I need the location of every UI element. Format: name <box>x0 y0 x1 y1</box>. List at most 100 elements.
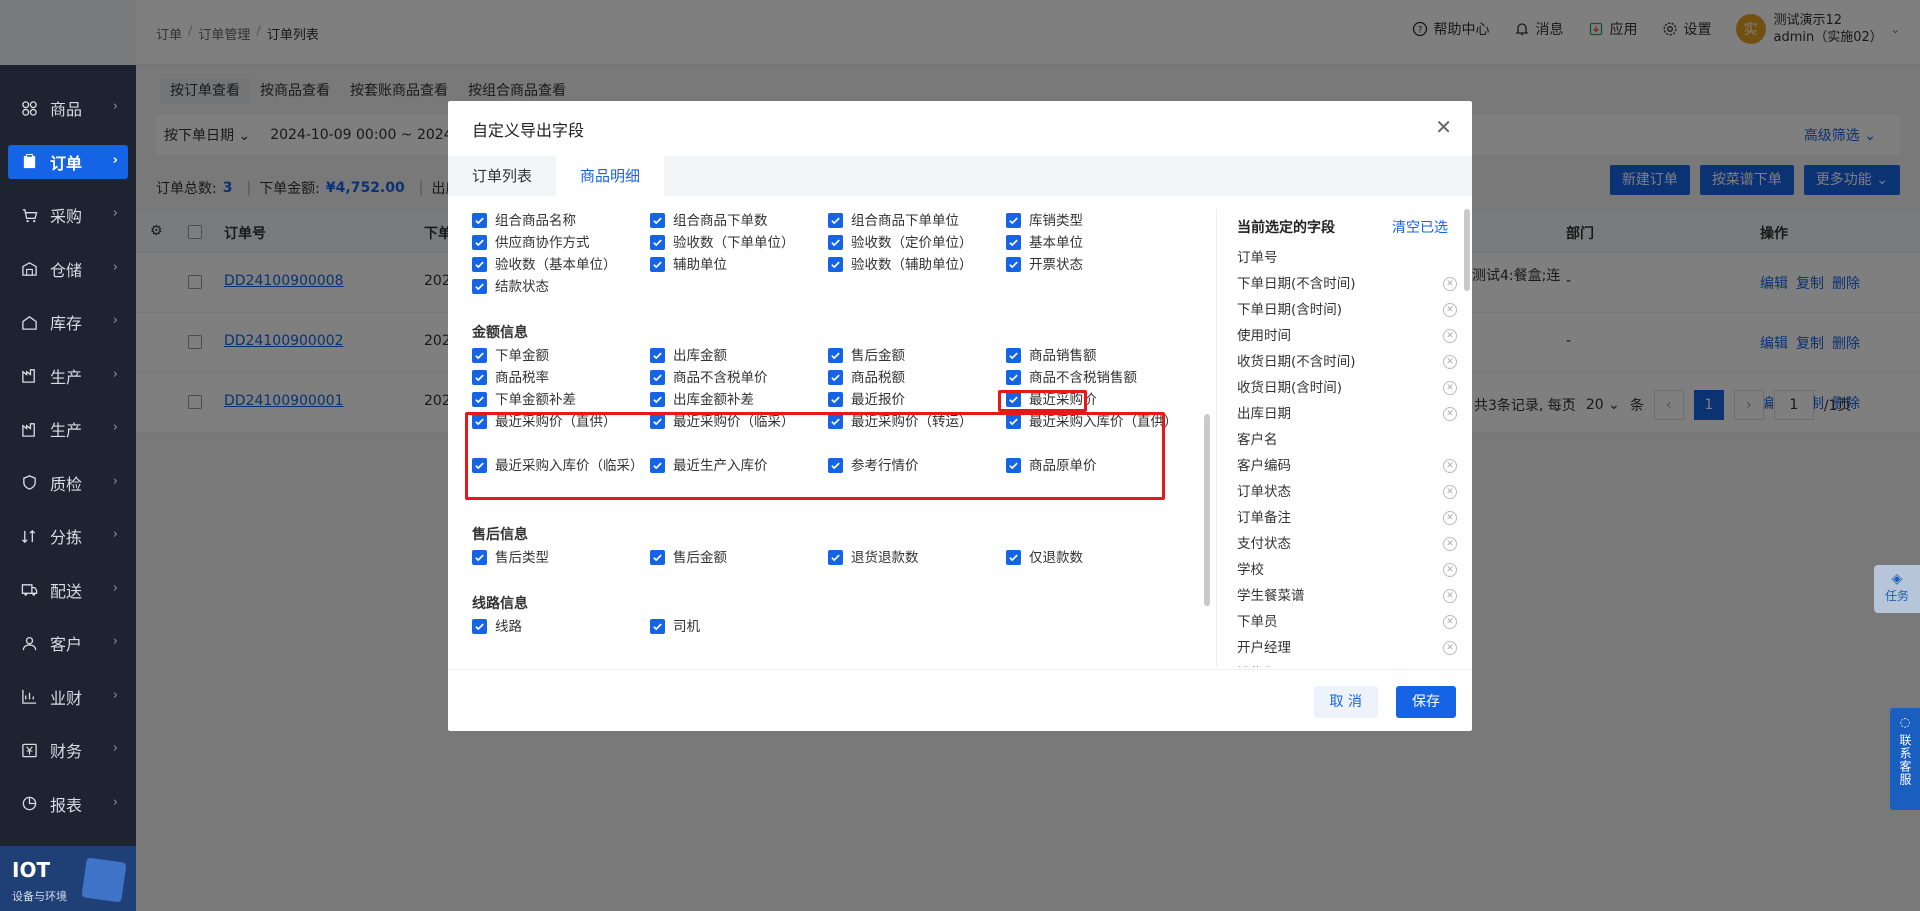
checkbox-checked[interactable] <box>472 619 487 634</box>
checkbox-checked[interactable] <box>1006 257 1021 272</box>
dialog-tabs: 订单列表 商品明细 <box>448 156 1472 196</box>
remove-field-icon[interactable]: ✕ <box>1443 407 1457 421</box>
checkbox-checked[interactable] <box>650 235 665 250</box>
checkbox-checked[interactable] <box>472 392 487 407</box>
remove-field-icon[interactable]: ✕ <box>1443 511 1457 525</box>
field-checkbox[interactable]: 验收数（定价单位） <box>828 232 1001 254</box>
contact-service-button[interactable]: ◌ 联系客服 <box>1890 708 1920 810</box>
field-checkbox[interactable]: 商品不含税单价 <box>650 367 823 389</box>
field-checkbox[interactable]: 库销类型 <box>1006 210 1179 232</box>
checklist-scrollbar[interactable] <box>1204 209 1210 674</box>
checkbox-checked[interactable] <box>650 550 665 565</box>
checkbox-checked[interactable] <box>828 348 843 363</box>
save-button[interactable]: 保存 <box>1396 686 1456 718</box>
checkbox-checked[interactable] <box>650 392 665 407</box>
field-checkbox[interactable]: 出库金额补差 <box>650 389 823 411</box>
field-checkbox[interactable]: 退货退款数 <box>828 547 1001 569</box>
checkbox-checked[interactable] <box>650 257 665 272</box>
remove-field-icon[interactable]: ✕ <box>1443 329 1457 343</box>
field-checkbox[interactable]: 组合商品名称 <box>472 210 645 232</box>
tab-product-detail[interactable]: 商品明细 <box>556 156 665 196</box>
remove-field-icon[interactable]: ✕ <box>1443 303 1457 317</box>
checkbox-checked[interactable] <box>828 235 843 250</box>
field-label: 商品税率 <box>495 370 549 386</box>
remove-field-icon[interactable]: ✕ <box>1443 641 1457 655</box>
field-checkbox[interactable]: 验收数（基本单位） <box>472 254 645 276</box>
checkbox-checked[interactable] <box>472 213 487 228</box>
field-label: 验收数（下单单位） <box>673 235 795 251</box>
field-checkbox[interactable]: 商品销售额 <box>1006 345 1179 367</box>
scrollbar-thumb[interactable] <box>1204 414 1210 606</box>
field-checkbox[interactable]: 供应商协作方式 <box>472 232 645 254</box>
field-checkbox[interactable]: 商品税率 <box>472 367 645 389</box>
remove-field-icon[interactable]: ✕ <box>1443 485 1457 499</box>
field-label: 验收数（定价单位） <box>851 235 973 251</box>
remove-field-icon[interactable]: ✕ <box>1443 277 1457 291</box>
field-checkbox[interactable]: 下单金额补差 <box>472 389 645 411</box>
checkbox-checked[interactable] <box>472 370 487 385</box>
selected-field-item: 支付状态 ✕ <box>1237 531 1457 557</box>
checkbox-checked[interactable] <box>828 392 843 407</box>
cancel-button[interactable]: 取 消 <box>1313 686 1378 718</box>
checkbox-checked[interactable] <box>650 213 665 228</box>
field-checkbox[interactable]: 下单金额 <box>472 345 645 367</box>
checkbox-checked[interactable] <box>828 550 843 565</box>
selected-fields-scrollbar[interactable] <box>1464 209 1470 291</box>
remove-field-icon[interactable]: ✕ <box>1443 355 1457 369</box>
checkbox-checked[interactable] <box>1006 213 1021 228</box>
checkbox-checked[interactable] <box>472 257 487 272</box>
field-checkbox[interactable]: 售后金额 <box>828 345 1001 367</box>
field-checkbox[interactable]: 商品税额 <box>828 367 1001 389</box>
selected-field-item: 客户名 <box>1237 427 1457 453</box>
field-label: 验收数（辅助单位） <box>851 257 973 273</box>
checkbox-checked[interactable] <box>1006 370 1021 385</box>
field-checkbox[interactable]: 线路 <box>472 616 645 638</box>
field-label: 下单金额 <box>495 348 549 364</box>
clear-selected-link[interactable]: 清空已选 <box>1392 217 1448 237</box>
field-checkbox[interactable]: 售后金额 <box>650 547 823 569</box>
checkbox-checked[interactable] <box>650 619 665 634</box>
field-checkbox[interactable]: 最近报价 <box>828 389 1001 411</box>
checkbox-checked[interactable] <box>1006 550 1021 565</box>
checkbox-checked[interactable] <box>1006 348 1021 363</box>
field-checkbox[interactable]: 验收数（下单单位） <box>650 232 823 254</box>
selected-field-item: 出库日期 ✕ <box>1237 401 1457 427</box>
checkbox-checked[interactable] <box>828 257 843 272</box>
field-checkbox[interactable]: 验收数（辅助单位） <box>828 254 1001 276</box>
checkbox-checked[interactable] <box>472 279 487 294</box>
tab-order-list[interactable]: 订单列表 <box>448 156 556 196</box>
selected-field-label: 学生餐菜谱 <box>1237 588 1305 604</box>
checkbox-checked[interactable] <box>472 348 487 363</box>
field-checkbox[interactable]: 出库金额 <box>650 345 823 367</box>
field-checkbox[interactable]: 结款状态 <box>472 276 645 298</box>
field-checkbox[interactable]: 司机 <box>650 616 823 638</box>
checkbox-checked[interactable] <box>1006 235 1021 250</box>
field-checkbox[interactable]: 开票状态 <box>1006 254 1179 276</box>
field-checkbox[interactable]: 仅退款数 <box>1006 547 1179 569</box>
task-float-button[interactable]: ◈ 任务 <box>1874 565 1920 613</box>
remove-field-icon[interactable]: ✕ <box>1443 589 1457 603</box>
selected-field-label: 订单状态 <box>1237 484 1291 500</box>
field-checkbox[interactable]: 基本单位 <box>1006 232 1179 254</box>
field-checkbox[interactable]: 辅助单位 <box>650 254 823 276</box>
remove-field-icon[interactable]: ✕ <box>1443 615 1457 629</box>
selected-field-item: 学校 ✕ <box>1237 557 1457 583</box>
field-label: 退货退款数 <box>851 550 919 566</box>
field-checkbox[interactable]: 售后类型 <box>472 547 645 569</box>
checkbox-checked[interactable] <box>650 370 665 385</box>
checkbox-checked[interactable] <box>828 370 843 385</box>
remove-field-icon[interactable]: ✕ <box>1443 381 1457 395</box>
checkbox-checked[interactable] <box>472 235 487 250</box>
checkbox-checked[interactable] <box>828 213 843 228</box>
selected-field-label: 销售经理 <box>1237 666 1291 667</box>
checkbox-checked[interactable] <box>650 348 665 363</box>
field-checkbox[interactable]: 商品不含税销售额 <box>1006 367 1179 389</box>
remove-field-icon[interactable]: ✕ <box>1443 537 1457 551</box>
field-checkbox[interactable]: 组合商品下单数 <box>650 210 823 232</box>
field-checklist: 组合商品名称 组合商品下单数 组合商品下单单位 库销类型供应商协作方式 验收数（下单单位… <box>448 196 1208 651</box>
field-checkbox[interactable]: 组合商品下单单位 <box>828 210 1001 232</box>
checkbox-checked[interactable] <box>472 550 487 565</box>
close-icon[interactable]: ✕ <box>1435 115 1452 139</box>
remove-field-icon[interactable]: ✕ <box>1443 563 1457 577</box>
remove-field-icon[interactable]: ✕ <box>1443 459 1457 473</box>
